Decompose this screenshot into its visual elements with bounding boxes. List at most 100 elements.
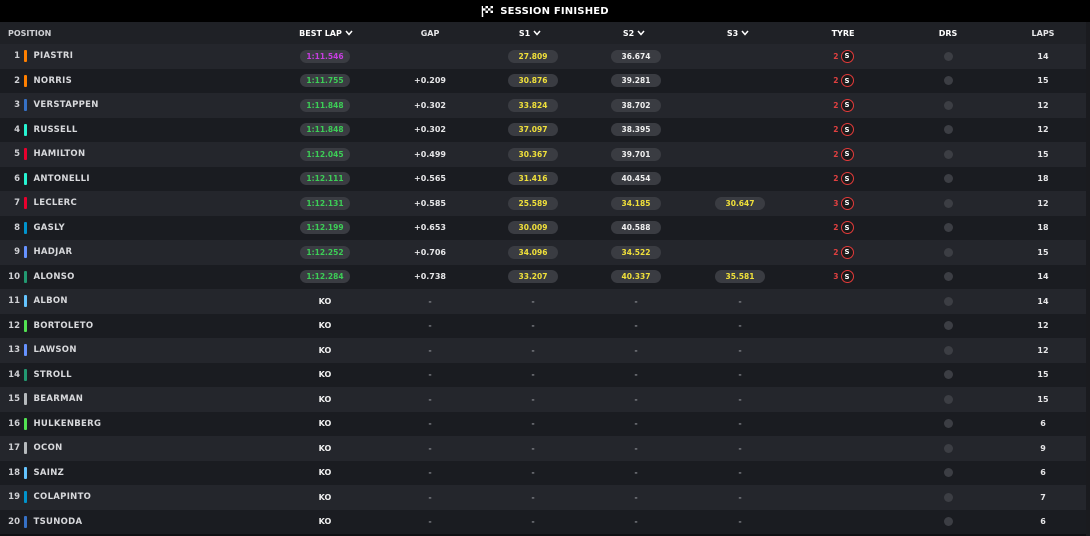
sector1-time: 27.809: [508, 44, 558, 69]
header-best-lap[interactable]: BEST LAP: [298, 22, 354, 44]
table-row[interactable]: 4 RUSSELL 1:11.848 +0.302 37.097 38.395 2 S 12: [0, 117, 1086, 143]
table-row[interactable]: 13 LAWSON KO - - - - 12: [0, 338, 1086, 363]
sector1-time: -: [508, 289, 558, 314]
table-row[interactable]: 10 ALONSO 1:12.284 +0.738 33.207 40.337 35.581…: [0, 264, 1086, 290]
header-laps[interactable]: LAPS: [1023, 22, 1063, 44]
table-row[interactable]: 1 PIASTRI 1:11.546 27.809 36.674 2 S 14: [0, 44, 1086, 69]
tyre-cell: [818, 314, 868, 339]
driver-name: ANTONELLI: [33, 173, 90, 184]
table-row[interactable]: 7 LECLERC 1:12.131 +0.585 25.589 34.185 30.647…: [0, 191, 1086, 216]
table-row[interactable]: 17 OCON KO - - - - 9: [0, 436, 1086, 461]
team-color-bar: [24, 99, 27, 112]
driver-cell[interactable]: HULKENBERG: [24, 412, 224, 437]
drs-indicator-icon: [943, 419, 953, 429]
sector2-time: -: [611, 485, 661, 510]
table-row[interactable]: 19 COLAPINTO KO - - - - 7: [0, 485, 1086, 510]
sector2-time: -: [611, 314, 661, 339]
table-row[interactable]: 20 TSUNODA KO - - - - 6: [0, 509, 1086, 535]
best-lap-value: KO: [318, 419, 332, 429]
best-lap: KO: [300, 461, 350, 486]
table-row[interactable]: 15 BEARMAN KO - - - - 15: [0, 387, 1086, 412]
header-position[interactable]: POSITION: [8, 22, 51, 44]
header-gap[interactable]: GAP: [405, 22, 455, 44]
driver-cell[interactable]: BORTOLETO: [24, 314, 224, 339]
table-row[interactable]: 14 STROLL KO - - - - 15: [0, 362, 1086, 388]
header-tyre[interactable]: TYRE: [818, 22, 868, 44]
drs-cell: [938, 142, 958, 167]
driver-cell[interactable]: RUSSELL: [24, 118, 224, 143]
driver-cell[interactable]: SAINZ: [24, 461, 224, 486]
header-s1[interactable]: S1: [510, 22, 550, 44]
driver-cell[interactable]: HADJAR: [24, 240, 224, 265]
sector3-time: -: [714, 436, 766, 461]
header-drs[interactable]: DRS: [928, 22, 968, 44]
table-row[interactable]: 5 HAMILTON 1:12.045 +0.499 30.367 39.701 2 S 15: [0, 142, 1086, 167]
driver-cell[interactable]: VERSTAPPEN: [24, 93, 224, 118]
sector1-time-value: -: [531, 492, 535, 502]
sector3-time: -: [714, 412, 766, 437]
sector2-time: 39.701: [611, 142, 661, 167]
laps-count: 9: [1040, 443, 1046, 453]
driver-cell[interactable]: ALBON: [24, 289, 224, 314]
table-header: POSITION BEST LAP GAP S1 S2 S3 TYRE DRS …: [0, 22, 1086, 44]
laps-count: 7: [1040, 492, 1046, 502]
sector2-time-value: -: [634, 468, 638, 478]
driver-cell[interactable]: COLAPINTO: [24, 485, 224, 510]
driver-cell[interactable]: LAWSON: [24, 338, 224, 363]
drs-indicator-icon: [943, 174, 953, 184]
gap-value: -: [428, 443, 432, 453]
gap-value: +0.738: [413, 272, 446, 282]
drs-cell: [938, 216, 958, 241]
header-s2[interactable]: S2: [614, 22, 654, 44]
table-row[interactable]: 8 GASLY 1:12.199 +0.653 30.009 40.588 2 S 18: [0, 215, 1086, 241]
table-row[interactable]: 16 HULKENBERG KO - - - - 6: [0, 411, 1086, 437]
sector2-time: -: [611, 436, 661, 461]
driver-name: LAWSON: [33, 345, 77, 356]
position-number: 13: [8, 345, 20, 356]
sector2-time-pill: 36.674: [611, 49, 661, 63]
drs-indicator-icon: [943, 100, 953, 110]
driver-cell[interactable]: OCON: [24, 436, 224, 461]
sector2-time-pill: 38.395: [611, 123, 661, 137]
drs-cell: [938, 240, 958, 265]
driver-cell[interactable]: BEARMAN: [24, 387, 224, 412]
best-lap: 1:11.755: [300, 69, 350, 94]
sector3-time-value: -: [738, 296, 742, 306]
driver-cell[interactable]: ANTONELLI: [24, 167, 224, 192]
best-lap-pill: 1:11.848: [300, 123, 350, 137]
driver-cell[interactable]: TSUNODA: [24, 510, 224, 535]
driver-cell[interactable]: GASLY: [24, 216, 224, 241]
table-row[interactable]: 9 HADJAR 1:12.252 +0.706 34.096 34.522 2 S 15: [0, 240, 1086, 265]
best-lap-value: KO: [318, 517, 332, 527]
header-s3[interactable]: S3: [718, 22, 758, 44]
driver-cell[interactable]: HAMILTON: [24, 142, 224, 167]
sector1-time-pill: 30.009: [508, 221, 558, 235]
driver-cell[interactable]: PIASTRI: [24, 44, 224, 69]
driver-name: BORTOLETO: [33, 320, 94, 331]
driver-cell[interactable]: LECLERC: [24, 191, 224, 216]
sector3-time: [714, 216, 766, 241]
table-row[interactable]: 12 BORTOLETO KO - - - - 12: [0, 313, 1086, 339]
driver-cell[interactable]: STROLL: [24, 363, 224, 388]
team-color-bar: [24, 123, 27, 136]
timing-table: POSITION BEST LAP GAP S1 S2 S3 TYRE DRS …: [0, 22, 1086, 534]
table-row[interactable]: 18 SAINZ KO - - - - 6: [0, 460, 1086, 486]
driver-cell[interactable]: ALONSO: [24, 265, 224, 290]
tyre-cell: 2S: [818, 69, 868, 94]
table-row[interactable]: 2 NORRIS 1:11.755 +0.209 30.876 39.281 2 S 15: [0, 68, 1086, 94]
driver-cell[interactable]: NORRIS: [24, 69, 224, 94]
sector3-time-pill: 35.581: [715, 270, 765, 284]
gap-value: +0.209: [413, 76, 446, 86]
sector2-time-pill: 34.185: [611, 196, 661, 210]
table-row[interactable]: 11 ALBON KO - - - - 14: [0, 289, 1086, 314]
sector3-time: 35.581: [714, 265, 766, 290]
drs-cell: [938, 289, 958, 314]
drs-indicator-icon: [943, 76, 953, 86]
table-row[interactable]: 3 VERSTAPPEN 1:11.848 +0.302 33.824 38.702 2 S 1…: [0, 93, 1086, 118]
tyre-cell: [818, 387, 868, 412]
sector1-time-pill: 27.809: [508, 49, 558, 63]
table-row[interactable]: 6 ANTONELLI 1:12.111 +0.565 31.416 40.454 2 S 18: [0, 166, 1086, 192]
sector3-time: [714, 118, 766, 143]
sector3-time-value: -: [738, 321, 742, 331]
gap-value: -: [428, 370, 432, 380]
